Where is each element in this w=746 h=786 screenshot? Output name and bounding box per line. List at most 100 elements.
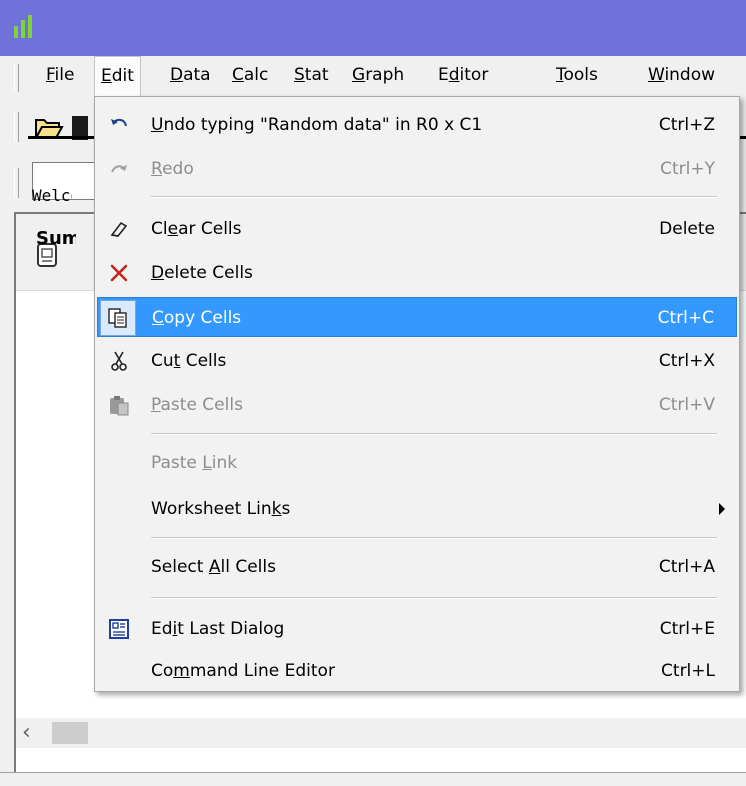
scroll-thumb[interactable] [52,722,88,744]
toolbar-grip [14,112,19,142]
menu-item-redo[interactable]: Redo Ctrl+Y [97,149,737,189]
menu-item-undo[interactable]: Undo typing "Random data" in R0 x C1 Ctr… [97,105,737,145]
menu-edit-mnemonic: E [101,66,112,86]
session-welcome-text: Welcome [32,186,72,205]
menu-calc-label: alc [243,65,269,85]
copy-icon [100,300,136,336]
submenu-arrow-icon [719,503,725,515]
menu-item-cmd-line-label: Command Line Editor [151,651,335,691]
select-all-post: ll Cells [220,557,276,577]
redo-post: edo [162,159,194,179]
menu-item-delete-cells[interactable]: Delete Cells [97,253,737,293]
menu-item-cut-cells[interactable]: Cut Cells Ctrl+X [97,341,737,381]
edit-last-shortcut: Ctrl+E [659,619,715,639]
menu-editor-mnemonic: d [448,65,460,85]
worksheet-links-pre: Worksheet Lin [151,499,272,519]
menu-edit-label: dit [111,66,134,86]
session-summary-heading: Summary [36,228,76,249]
menu-window[interactable]: Window [642,56,721,94]
copy-mnemonic: C [152,308,164,328]
menu-window-mnemonic: W [648,65,665,85]
cut-shortcut: Ctrl+X [658,351,715,371]
paste-post: aste Cells [160,395,243,415]
edit-last-pre: Ed [151,619,173,639]
delete-mnemonic: D [151,263,165,283]
menu-graph-label: raph [365,65,405,85]
menu-item-clear-label: Clear Cells [151,209,242,249]
status-strip [0,772,746,786]
menu-editor[interactable]: Editor [432,56,494,94]
menu-item-paste-cells[interactable]: Paste Cells Ctrl+V [97,385,737,425]
scroll-left-icon[interactable]: ‹ [22,720,31,745]
menu-file-mnemonic: F [46,65,55,85]
cut-pre: Cu [151,351,174,371]
menu-tools[interactable]: Tools [550,56,604,94]
menu-separator [151,537,717,539]
clear-shortcut: Delete [659,219,715,239]
menu-data-mnemonic: D [170,65,184,85]
select-all-mnemonic: A [208,557,221,577]
cmd-line-post: mand Line Editor [189,661,335,681]
menu-item-command-line-editor[interactable]: Command Line Editor Ctrl+L [97,651,737,691]
delete-post: elete Cells [164,263,253,283]
menu-item-worksheet-links[interactable]: Worksheet Links [97,489,737,529]
menu-graph[interactable]: Graph [346,56,410,94]
select-all-pre: Select [151,557,209,577]
menu-item-worksheet-links-label: Worksheet Links [151,489,290,529]
delete-x-icon [107,261,131,285]
paste-icon [107,393,131,417]
menu-item-paste-link[interactable]: Paste Link [97,443,737,483]
menu-item-delete-label: Delete Cells [151,253,253,293]
menu-item-clear-cells[interactable]: Clear Cells Delete [97,209,737,249]
menu-item-copy-label: Copy Cells [152,298,241,338]
dialog-icon [107,617,131,641]
menu-item-undo-label: Undo typing "Random data" in R0 x C1 [151,105,482,145]
menu-item-redo-label: Redo [151,149,194,189]
menu-separator [151,433,717,435]
cmd-line-pre: Co [151,661,174,681]
menu-separator [151,597,717,599]
toolbar2-grip [14,168,19,198]
menu-item-cut-label: Cut Cells [151,341,226,381]
cmd-line-mnemonic: m [173,661,190,681]
select-all-shortcut: Ctrl+A [658,557,715,577]
copy-post: opy Cells [163,308,242,328]
paste-link-pre: Paste [151,453,203,473]
paste-mnemonic: P [151,395,161,415]
undo-post: ndo typing "Random data" in R0 x C1 [163,115,483,135]
menu-edit[interactable]: Edit [94,56,141,97]
redo-shortcut: Ctrl+Y [660,159,715,179]
menu-data-label: ata [183,65,211,85]
menu-item-copy-cells[interactable]: Copy Cells Ctrl+C [97,297,737,337]
undo-mnemonic: U [151,115,164,135]
cut-post: Cells [180,351,227,371]
menu-separator [151,196,717,198]
paste-link-mnemonic: L [202,453,212,473]
menu-editor-pre: E [438,65,449,85]
menu-stat[interactable]: Stat [288,56,335,94]
menu-editor-label: itor [459,65,489,85]
undo-shortcut: Ctrl+Z [658,115,715,135]
menu-graph-mnemonic: G [352,65,366,85]
redo-mnemonic: R [151,159,163,179]
horizontal-scrollbar[interactable]: ‹ [16,718,746,748]
menu-calc-mnemonic: C [232,65,244,85]
copy-shortcut: Ctrl+C [657,308,714,328]
app-logo-icon [14,15,32,38]
menu-item-select-all[interactable]: Select All Cells Ctrl+A [97,547,737,587]
menu-calc[interactable]: Calc [226,56,274,94]
menu-item-select-all-label: Select All Cells [151,547,276,587]
paste-shortcut: Ctrl+V [658,395,715,415]
scissors-icon [107,349,131,373]
menu-bar: File Edit Data Calc Stat Graph Editor To… [0,56,746,97]
worksheet-links-post: s [281,499,291,519]
menu-file[interactable]: File [40,56,80,94]
edit-menu-dropdown: Undo typing "Random data" in R0 x C1 Ctr… [94,96,740,692]
menu-item-edit-last-dialog[interactable]: Edit Last Dialog Ctrl+E [97,609,737,649]
menu-stat-mnemonic: S [294,65,305,85]
clear-mnemonic: e [167,219,179,239]
menu-item-paste-label: Paste Cells [151,385,243,425]
menu-data[interactable]: Data [164,56,217,94]
menu-item-edit-last-label: Edit Last Dialog [151,609,284,649]
clear-post: ar Cells [178,219,242,239]
